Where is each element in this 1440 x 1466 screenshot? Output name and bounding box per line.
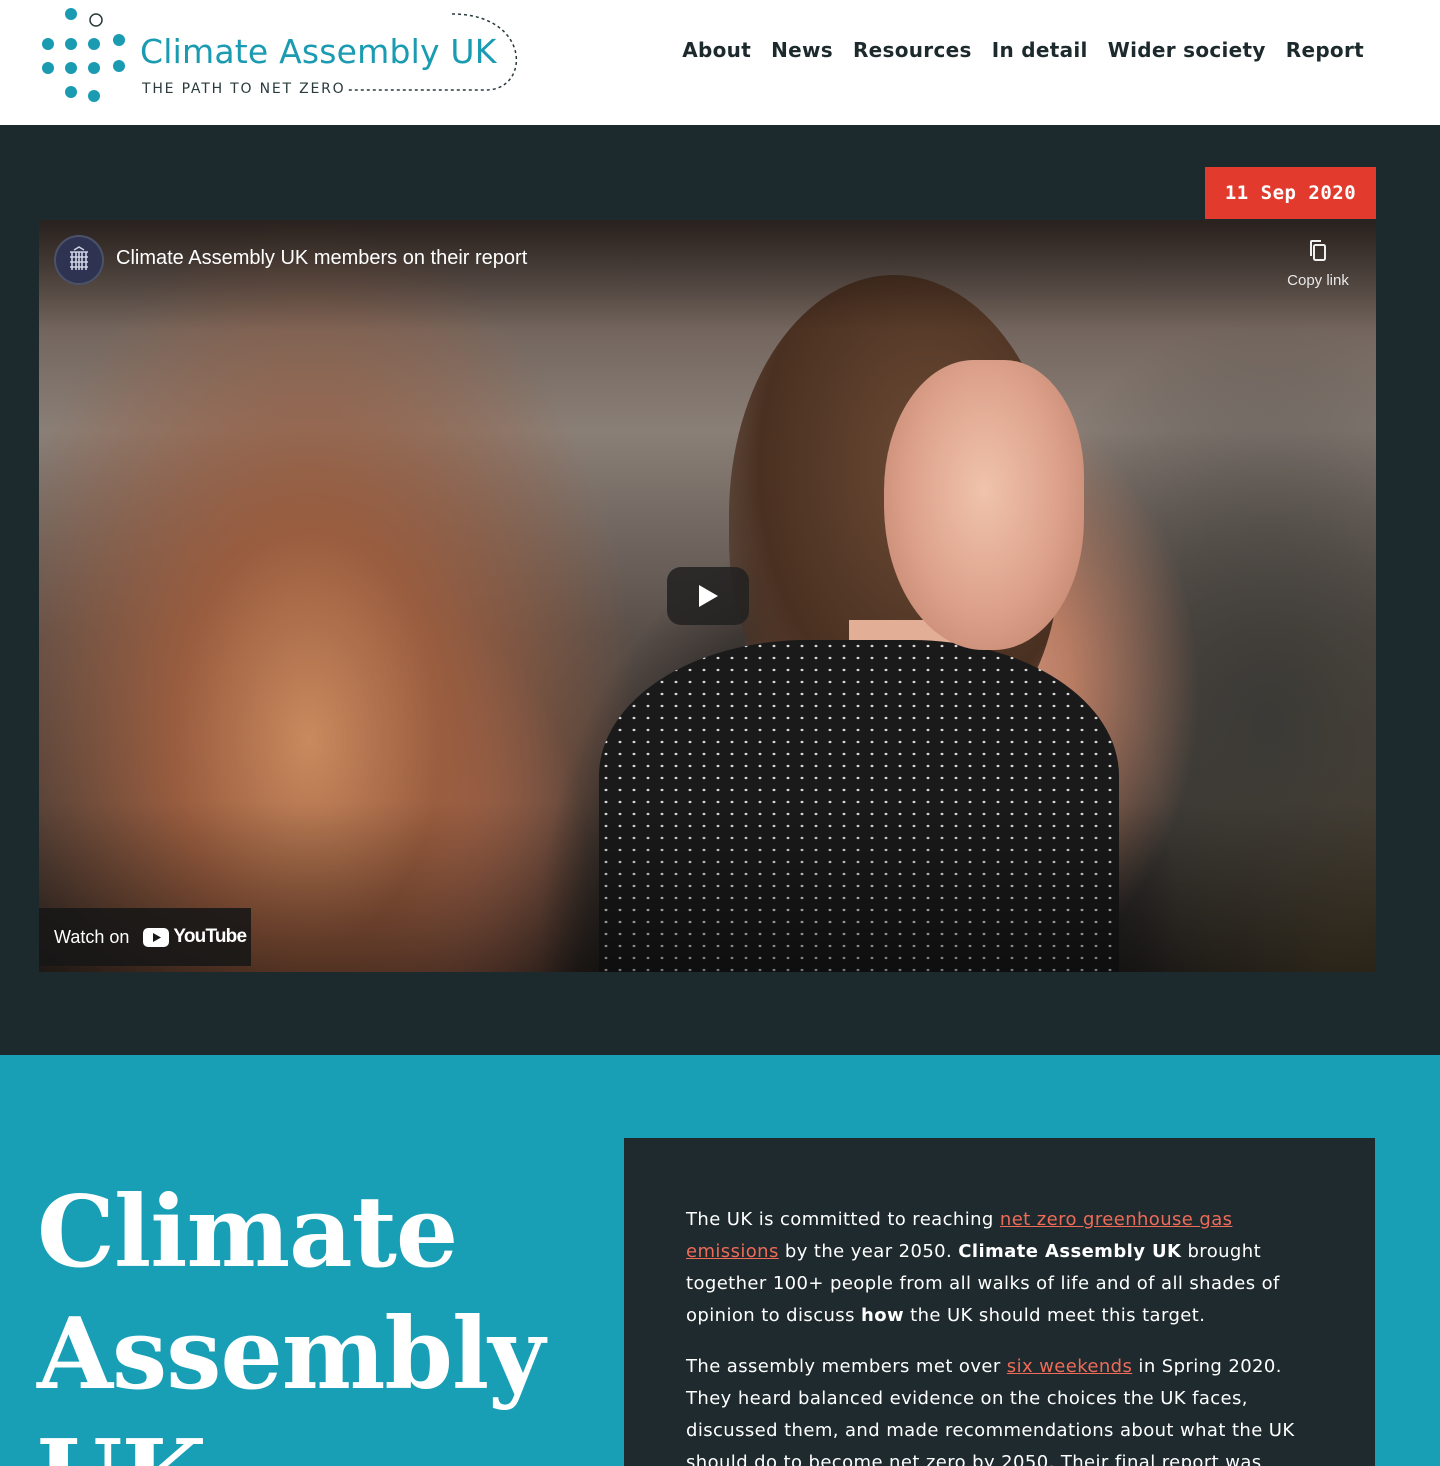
nav-report[interactable]: Report: [1286, 38, 1364, 62]
main-nav: About News Resources In detail Wider soc…: [682, 38, 1364, 62]
intro-p1-bold-name: Climate Assembly UK: [958, 1241, 1182, 1262]
nav-about[interactable]: About: [682, 38, 751, 62]
play-button[interactable]: [667, 567, 749, 625]
channel-avatar[interactable]: [54, 235, 104, 285]
nav-in-detail[interactable]: In detail: [992, 38, 1088, 62]
intro-p1-text-d: the UK should meet this target.: [904, 1305, 1206, 1326]
video-section: 11 Sep 2020 Climate Assembly UK members …: [0, 125, 1440, 1055]
intro-paragraph-2: The assembly members met over six weeken…: [686, 1351, 1313, 1466]
copy-link-label: Copy link: [1287, 272, 1349, 289]
video-top-gradient: [39, 220, 1376, 330]
copy-link-button[interactable]: Copy link: [1278, 238, 1358, 298]
logo-title: Climate Assembly UK: [140, 32, 497, 71]
intro-p1-text-a: The UK is committed to reaching: [686, 1209, 1000, 1230]
youtube-wordmark: YouTube: [173, 926, 247, 947]
video-player[interactable]: Climate Assembly UK members on their rep…: [39, 220, 1376, 972]
copy-icon: [1310, 240, 1326, 261]
portcullis-icon: [70, 246, 88, 270]
video-title[interactable]: Climate Assembly UK members on their rep…: [116, 247, 527, 270]
youtube-icon: [143, 927, 170, 947]
six-weekends-link[interactable]: six weekends: [1007, 1356, 1133, 1377]
nav-wider-society[interactable]: Wider society: [1108, 38, 1266, 62]
intro-paragraph-1: The UK is committed to reaching net zero…: [686, 1204, 1313, 1332]
video-thumbnail-face: [884, 360, 1084, 650]
nav-resources[interactable]: Resources: [853, 38, 972, 62]
intro-p1-bold-how: how: [860, 1305, 904, 1326]
watch-on-label: Watch on: [54, 926, 130, 947]
intro-p1-text-b: by the year 2050.: [778, 1241, 959, 1262]
watch-on-youtube-button[interactable]: Watch on YouTube: [39, 908, 251, 966]
nav-news[interactable]: News: [771, 38, 833, 62]
intro-p2-text-a: The assembly members met over: [686, 1356, 1007, 1377]
intro-card: The UK is committed to reaching net zero…: [624, 1138, 1375, 1466]
logo-tagline: THE PATH TO NET ZERO: [142, 81, 346, 97]
play-icon: [699, 585, 718, 607]
date-badge: 11 Sep 2020: [1205, 167, 1376, 219]
youtube-logo: YouTube: [143, 926, 247, 948]
page-heading: Climate Assembly UK: [37, 1175, 545, 1466]
intro-section: Climate Assembly UK The UK is committed …: [0, 1055, 1440, 1466]
site-logo[interactable]: Climate Assembly UK THE PATH TO NET ZERO: [36, 4, 526, 114]
site-header: Climate Assembly UK THE PATH TO NET ZERO…: [0, 0, 1440, 125]
